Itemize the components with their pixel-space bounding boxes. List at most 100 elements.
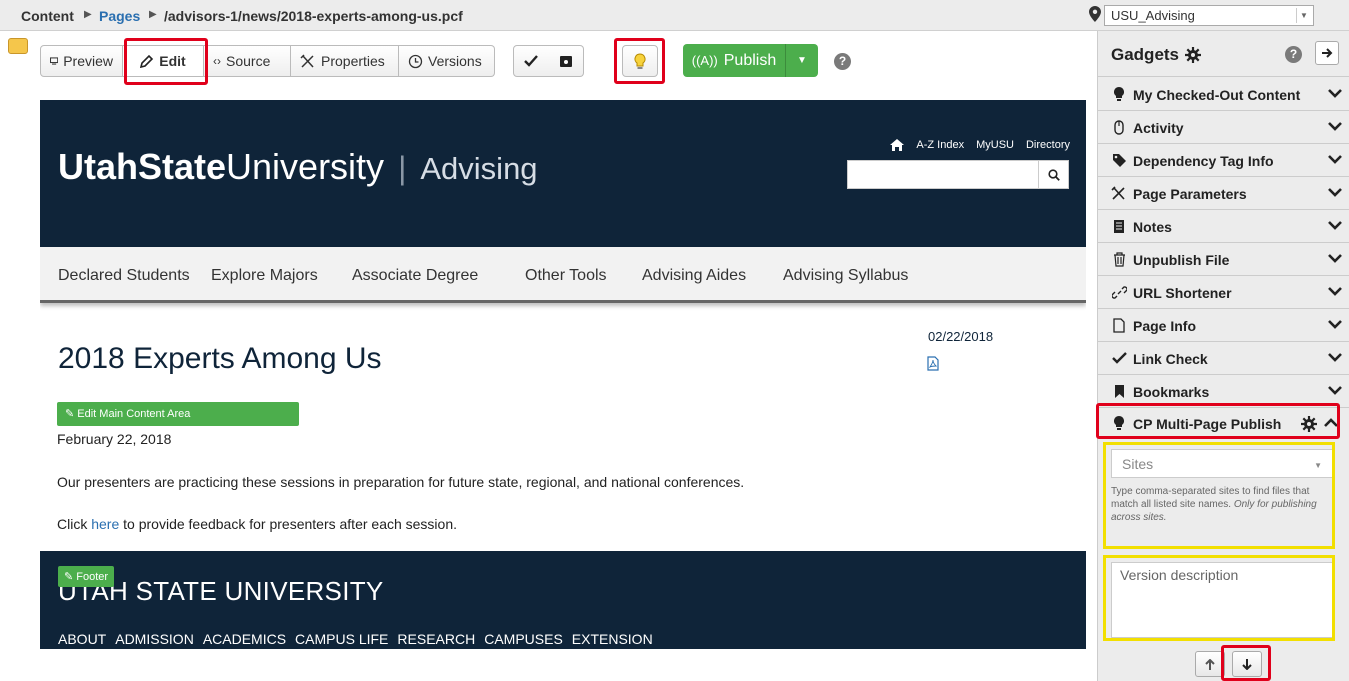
- site-select[interactable]: USU_Advising ▼: [1104, 5, 1314, 26]
- help-icon[interactable]: ?: [834, 53, 851, 70]
- footer-link-academics[interactable]: ACADEMICS: [203, 631, 286, 647]
- footer-link-admission[interactable]: ADMISSION: [115, 631, 194, 647]
- feedback-link[interactable]: here: [91, 516, 119, 532]
- publish-dropdown-button[interactable]: ▼: [786, 44, 818, 77]
- site-footer: UTAH STATE UNIVERSITY ✎ Footer ABOUT ADM…: [40, 551, 1086, 649]
- feedback-pre: Click: [57, 516, 92, 532]
- link-icon: [1111, 284, 1127, 300]
- footer-button-label: Footer: [76, 571, 109, 583]
- file-icon: [1111, 317, 1127, 333]
- util-link-directory[interactable]: Directory: [1026, 139, 1070, 151]
- chevron-down-icon: [1328, 254, 1342, 263]
- gadgets-title-label: Gadgets: [1111, 45, 1180, 64]
- bookmark-icon: [1111, 383, 1127, 399]
- footer-links: ABOUT ADMISSION ACADEMICS CAMPUS LIFE RE…: [58, 631, 653, 647]
- site-nav: Declared Students Explore Majors Associa…: [40, 247, 1086, 303]
- sites-select[interactable]: Sites ▼: [1111, 449, 1333, 478]
- util-link-az-index[interactable]: A-Z Index: [916, 139, 964, 151]
- publish-button[interactable]: ((A)) Publish: [683, 44, 786, 77]
- pencil-icon: ✎: [64, 571, 74, 583]
- preview-label: Preview: [63, 53, 113, 69]
- versions-button[interactable]: Versions: [399, 45, 495, 77]
- gadget-label: CP Multi-Page Publish: [1133, 416, 1282, 432]
- edit-main-content-button[interactable]: ✎ Edit Main Content Area: [57, 402, 299, 426]
- gadgets-title: Gadgets: [1111, 45, 1202, 65]
- lightbulb-button[interactable]: [622, 45, 658, 77]
- view-mode-group: Preview Edit ‹› Source Properties Versio…: [40, 45, 495, 77]
- footer-link-campuses[interactable]: CAMPUSES: [484, 631, 563, 647]
- site-search-button[interactable]: [1038, 161, 1068, 188]
- save-button[interactable]: [548, 45, 584, 77]
- pdf-icon[interactable]: [927, 356, 939, 371]
- page-title: 2018 Experts Among Us: [58, 342, 382, 375]
- logo-bold: UtahState: [58, 146, 227, 187]
- gadget-link-check[interactable]: Link Check: [1098, 342, 1349, 375]
- gadget-dependency-tag-info[interactable]: Dependency Tag Info: [1098, 144, 1349, 177]
- gadget-activity[interactable]: Activity: [1098, 111, 1349, 144]
- folder-icon[interactable]: [8, 38, 28, 54]
- home-icon[interactable]: [890, 139, 905, 151]
- tools-icon: [1111, 185, 1127, 201]
- site-search-input[interactable]: [847, 160, 1069, 189]
- chevron-down-icon: [1328, 155, 1342, 164]
- breadcrumb-separator-icon: ▶: [149, 9, 157, 20]
- site-header: UtahStateUniversity | Advising A-Z Index M…: [40, 100, 1086, 247]
- gadgets-help-icon[interactable]: ?: [1285, 46, 1302, 63]
- gadgets-sidebar: Gadgets ? My Checked-Out Content Activit…: [1097, 31, 1349, 681]
- properties-button[interactable]: Properties: [291, 45, 399, 77]
- trash-icon: [1111, 251, 1127, 267]
- footer-link-campus-life[interactable]: CAMPUS LIFE: [295, 631, 388, 647]
- breadcrumb-separator-icon: ▶: [84, 9, 92, 20]
- gadget-label: Bookmarks: [1133, 384, 1210, 400]
- gadget-label: Notes: [1133, 219, 1172, 235]
- source-button[interactable]: ‹› Source: [204, 45, 291, 77]
- chevron-down-icon: [1328, 221, 1342, 230]
- gadget-unpublish-file[interactable]: Unpublish File: [1098, 243, 1349, 276]
- gadget-url-shortener[interactable]: URL Shortener: [1098, 276, 1349, 309]
- check-icon: [1111, 350, 1127, 366]
- util-link-myusu[interactable]: MyUSU: [976, 139, 1014, 151]
- version-description-field[interactable]: Version description: [1111, 562, 1333, 638]
- breadcrumb-pages[interactable]: Pages: [99, 8, 140, 24]
- broadcast-icon: ((A)): [691, 53, 718, 68]
- footer-link-research[interactable]: RESEARCH: [397, 631, 475, 647]
- collapse-sidebar-button[interactable]: [1315, 41, 1339, 65]
- nav-other-tools[interactable]: Other Tools: [525, 267, 607, 285]
- nav-advising-syllabus[interactable]: Advising Syllabus: [783, 267, 908, 285]
- publish-label: Publish: [723, 51, 777, 69]
- nav-declared-students[interactable]: Declared Students: [58, 267, 190, 285]
- search-icon: [1047, 168, 1060, 181]
- gadget-cp-multi-page-publish[interactable]: CP Multi-Page Publish: [1098, 404, 1349, 442]
- caret-down-icon: ▼: [797, 55, 807, 66]
- gadget-my-checked-out-content[interactable]: My Checked-Out Content: [1098, 78, 1349, 111]
- move-up-button[interactable]: [1195, 651, 1225, 677]
- nav-associate-degree[interactable]: Associate Degree: [352, 267, 478, 285]
- lightbulb-icon: [1111, 415, 1127, 431]
- gadget-page-info[interactable]: Page Info: [1098, 309, 1349, 342]
- move-down-button[interactable]: [1232, 651, 1262, 677]
- gadget-page-parameters[interactable]: Page Parameters: [1098, 177, 1349, 210]
- check-in-button[interactable]: [513, 45, 549, 77]
- site-logo[interactable]: UtahStateUniversity | Advising: [58, 146, 538, 188]
- breadcrumb-content[interactable]: Content: [21, 8, 74, 24]
- nav-explore-majors[interactable]: Explore Majors: [211, 267, 318, 285]
- edit-footer-button[interactable]: ✎ Footer: [58, 566, 115, 587]
- breadcrumb-path: /advisors-1/news/2018-experts-among-us.p…: [164, 8, 463, 24]
- archive-icon: [559, 55, 572, 67]
- gadgets-header: Gadgets ?: [1098, 31, 1349, 77]
- monitor-icon: [50, 57, 59, 65]
- gadget-notes[interactable]: Notes: [1098, 210, 1349, 243]
- pencil-icon: ✎: [65, 408, 75, 420]
- edit-button[interactable]: Edit: [123, 45, 204, 77]
- sites-help-text: Type comma-separated sites to find files…: [1111, 485, 1335, 524]
- arrow-up-icon: [1205, 658, 1215, 670]
- post-date: 02/22/2018: [928, 329, 994, 344]
- chevron-down-icon: [1328, 122, 1342, 131]
- mouse-icon: [1111, 119, 1127, 135]
- footer-link-extension[interactable]: EXTENSION: [572, 631, 653, 647]
- gear-icon[interactable]: [1301, 416, 1317, 432]
- nav-advising-aides[interactable]: Advising Aides: [642, 267, 746, 285]
- preview-button[interactable]: Preview: [40, 45, 123, 77]
- gear-icon[interactable]: [1185, 47, 1202, 63]
- footer-link-about[interactable]: ABOUT: [58, 631, 106, 647]
